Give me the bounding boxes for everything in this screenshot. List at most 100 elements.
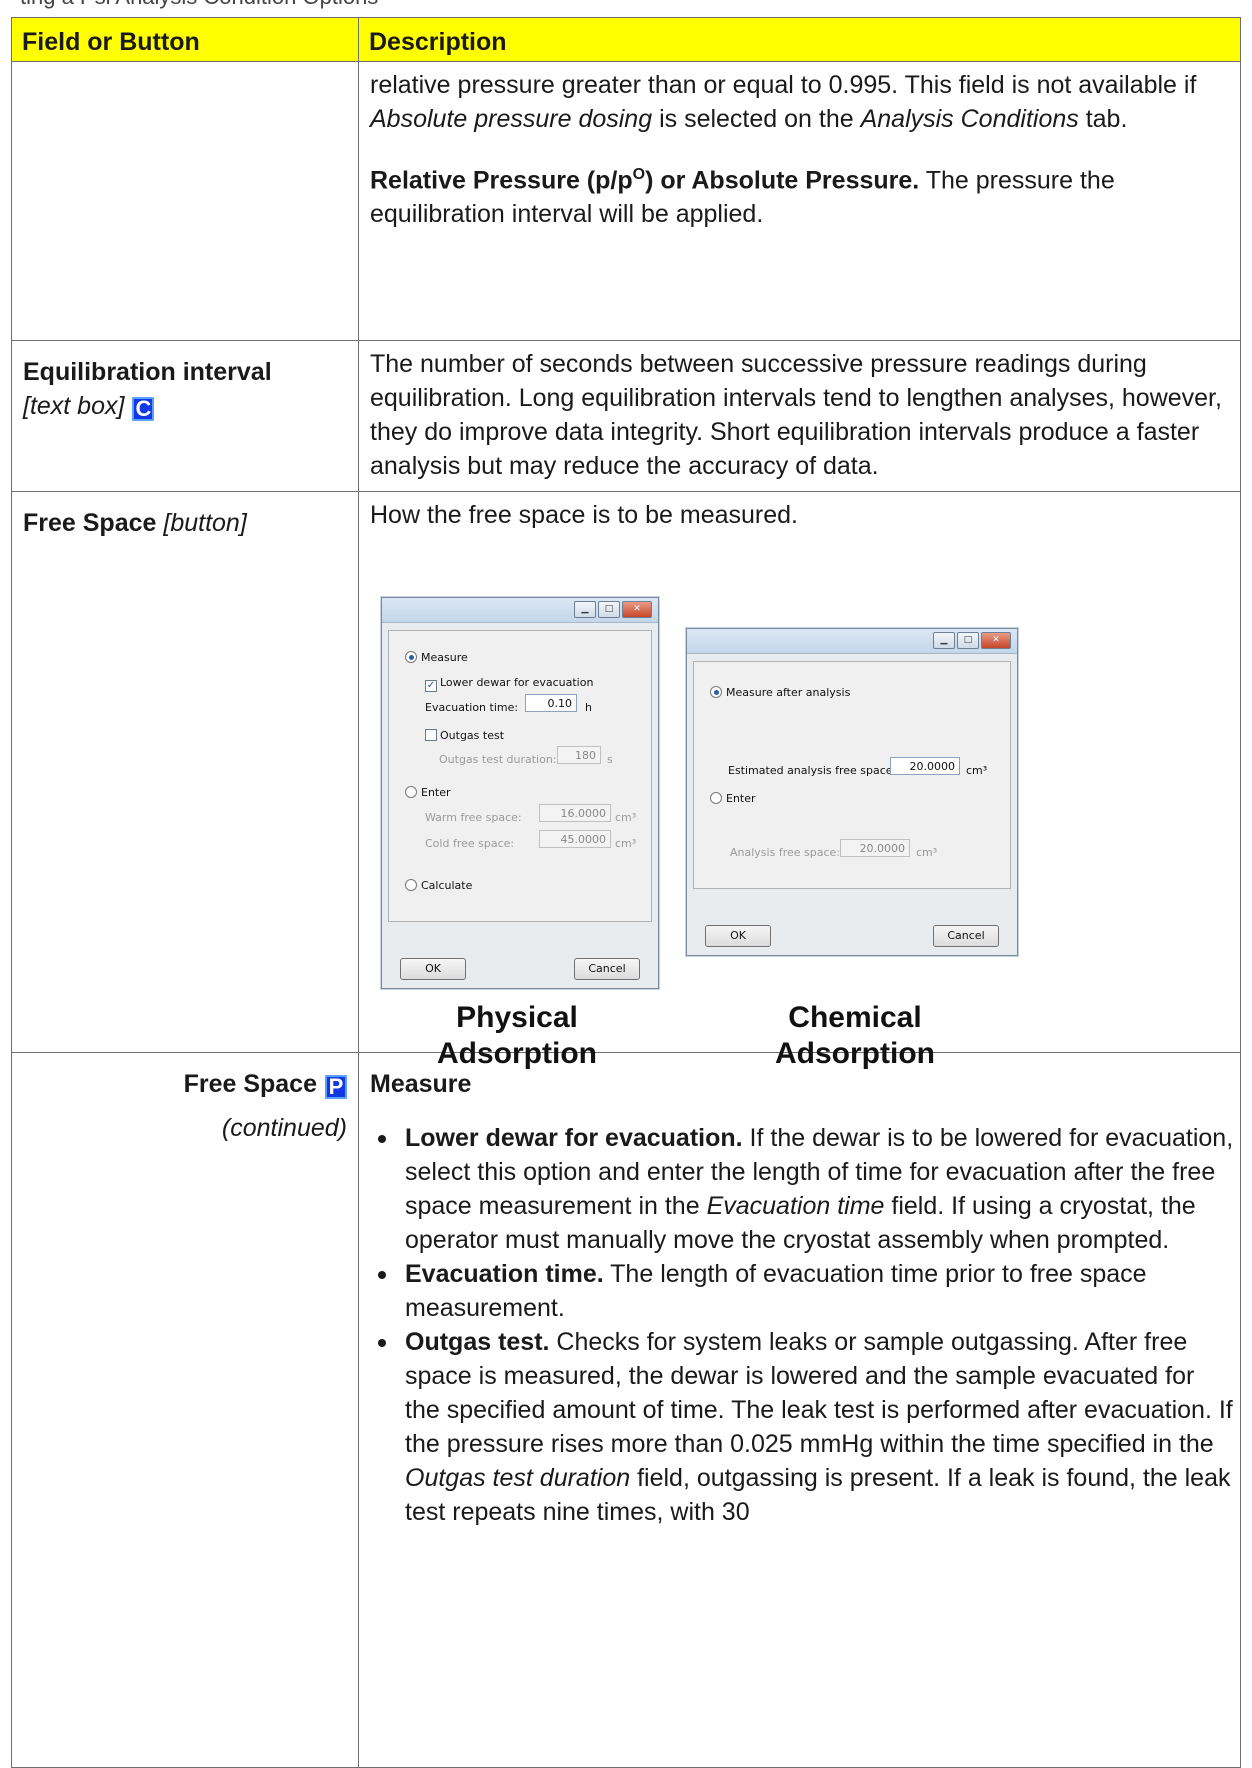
measure-after-analysis-radio[interactable]: Measure after analysis <box>710 676 850 710</box>
ok-button[interactable]: OK <box>400 958 466 980</box>
bold-text: Lower dewar for evacuation. <box>405 1124 743 1152</box>
unit-label: cm³ <box>916 846 938 859</box>
cold-free-space-input[interactable]: 45.0000 <box>539 823 611 857</box>
input-value: 45.0000 <box>539 830 611 848</box>
table-row: relative pressure greater than or equal … <box>11 61 1241 341</box>
analysis-free-space-input[interactable]: 20.0000 <box>840 832 910 866</box>
window-buttons: ▁ □ ✕ <box>933 632 1011 649</box>
unit-label: h <box>585 701 592 714</box>
italic-text: Absolute pressure dosing <box>370 105 653 133</box>
input-value: 180 <box>557 746 601 764</box>
field-name: Free Space <box>183 1070 317 1098</box>
close-icon[interactable]: ✕ <box>622 601 652 618</box>
bold-text: Outgas test. <box>405 1328 550 1356</box>
caption-physical-adsorption: Physical Adsorption <box>417 1000 617 1072</box>
field-type: [text box] <box>23 392 125 420</box>
caption-chemical-adsorption: Chemical Adsorption <box>755 1000 955 1072</box>
input-value: 16.0000 <box>539 804 611 822</box>
minimize-icon[interactable]: ▁ <box>933 632 955 649</box>
running-header-text: ting a Psi Analysis Condition Options <box>20 0 378 9</box>
text: tab. <box>1078 105 1128 133</box>
radio-selected-icon <box>405 651 417 663</box>
italic-text: Analysis Conditions <box>860 105 1079 133</box>
radio-label: Enter <box>726 792 756 805</box>
bullet-list: Lower dewar for evacuation. If the dewar… <box>370 1121 1234 1529</box>
calculate-radio[interactable]: Calculate <box>405 869 472 903</box>
bold-text: Relative Pressure (p/p <box>370 166 633 195</box>
checkbox-label: Outgas test <box>440 729 505 742</box>
table-row: Equilibration interval [text box] C The n… <box>11 340 1241 492</box>
cancel-button[interactable]: Cancel <box>933 925 999 947</box>
minimize-icon[interactable]: ▁ <box>574 601 596 618</box>
outgas-duration-label: Outgas test duration: <box>439 753 557 766</box>
field-cell: Free Space [button] <box>11 491 359 1053</box>
caption-line: Physical <box>456 1001 578 1034</box>
superscript: O <box>632 166 646 183</box>
field-name: Equilibration interval <box>23 358 272 386</box>
header-description: Description <box>358 17 1241 62</box>
field-cell: Free Space P (continued) <box>11 1052 359 1768</box>
description-cell: The number of seconds between successive… <box>358 340 1241 492</box>
list-item: Lower dewar for evacuation. If the dewar… <box>378 1121 1234 1257</box>
dialog-body: Measure after analysis Estimated analysi… <box>693 661 1011 889</box>
paragraph: Relative Pressure (p/pO) or Absolute Pre… <box>370 158 1234 231</box>
field-cell: Equilibration interval [text box] C <box>11 340 359 492</box>
bold-text: Evacuation time. <box>405 1260 604 1288</box>
field-label: Evacuation time: <box>425 701 519 714</box>
outgas-duration-input[interactable]: 180 <box>557 739 601 773</box>
options-table: Field or Button Description relative pre… <box>11 17 1241 1768</box>
maximize-icon[interactable]: □ <box>598 601 620 618</box>
radio-icon <box>710 792 722 804</box>
maximize-icon[interactable]: □ <box>957 632 979 649</box>
radio-label: Measure after analysis <box>726 686 851 699</box>
description-cell: Measure Lower dewar for evacuation. If t… <box>358 1052 1241 1768</box>
field-type: [button] <box>163 509 247 537</box>
radio-label: Enter <box>421 786 451 799</box>
radio-icon <box>405 879 417 891</box>
list-item: Outgas test. Checks for system leaks or … <box>378 1325 1234 1529</box>
table-row: Free Space [button] How the free space i… <box>11 491 1241 1070</box>
paragraph: The number of seconds between successive… <box>370 350 1222 480</box>
dialog-titlebar: ▁ □ ✕ <box>687 629 1017 654</box>
checkbox-icon <box>425 729 437 741</box>
header-field-or-button: Field or Button <box>11 17 359 62</box>
description-cell: relative pressure greater than or equal … <box>358 61 1241 341</box>
physisorption-badge-icon: P <box>325 1075 347 1099</box>
field-name: Free Space <box>23 509 157 537</box>
caption-line: Adsorption <box>775 1037 935 1070</box>
unit-label: cm³ <box>615 837 637 850</box>
italic-text: Evacuation time <box>706 1192 885 1220</box>
input-value: 0.10 <box>525 694 577 712</box>
enter-radio[interactable]: Enter <box>710 782 756 816</box>
italic-text: Outgas test duration <box>405 1464 631 1492</box>
close-icon[interactable]: ✕ <box>981 632 1011 649</box>
paragraph: How the free space is to be measured. <box>370 501 799 529</box>
input-value: 20.0000 <box>840 839 910 857</box>
bold-text: ) or Absolute Pressure. <box>645 166 920 195</box>
description-cell: How the free space is to be measured. ▁ … <box>358 491 1241 1070</box>
text: relative pressure greater than or equal … <box>370 71 1197 99</box>
estimated-free-space-input[interactable]: 20.0000 <box>890 750 960 784</box>
list-item: Evacuation time. The length of evacuatio… <box>378 1257 1234 1325</box>
dialog-body: Measure ✓ Lower dewar for evacuation Evac… <box>388 630 652 922</box>
cancel-button[interactable]: Cancel <box>574 958 640 980</box>
window-buttons: ▁ □ ✕ <box>574 601 652 618</box>
input-value: 20.0000 <box>890 757 960 775</box>
unit-label: s <box>607 753 613 766</box>
evacuation-time-input[interactable]: 0.10 <box>525 687 577 721</box>
continued-label: (continued) <box>221 1114 347 1142</box>
paragraph: relative pressure greater than or equal … <box>370 68 1234 136</box>
caption-line: Chemical <box>788 1001 922 1034</box>
text: is selected on the <box>652 105 861 133</box>
radio-selected-icon <box>710 686 722 698</box>
radio-icon <box>405 786 417 798</box>
ok-button[interactable]: OK <box>705 925 771 947</box>
table-header-row: Field or Button Description <box>11 17 1241 62</box>
section-heading: Measure <box>370 1070 472 1098</box>
page-running-header: ting a Psi Analysis Condition Options <box>20 0 720 10</box>
caption-line: Adsorption <box>437 1037 597 1070</box>
free-space-dialog-physical: ▁ □ ✕ Measure ✓ Lower dewar for evacuatio… <box>381 597 659 989</box>
radio-label: Calculate <box>421 879 473 892</box>
dialog-titlebar: ▁ □ ✕ <box>382 598 658 623</box>
chemisorption-badge-icon: C <box>132 397 155 421</box>
